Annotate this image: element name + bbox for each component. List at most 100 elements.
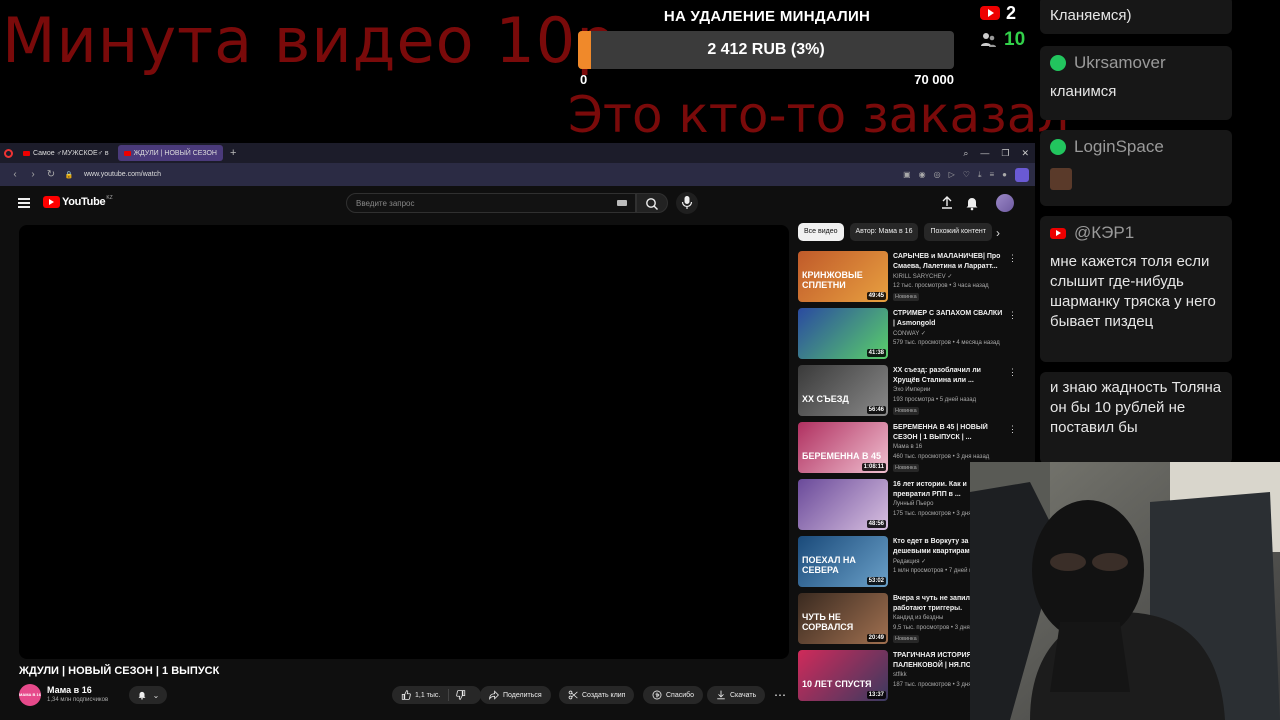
overlay-price-text: Минута видео 10р — [2, 4, 617, 77]
menu-icon[interactable]: ≡ — [989, 170, 994, 179]
user-avatar[interactable] — [996, 194, 1014, 212]
recommendation-title[interactable]: БЕРЕМЕННА В 45 | НОВЫЙ СЕЗОН | 1 ВЫПУСК … — [893, 423, 1005, 443]
player-icon[interactable]: ▷ — [949, 170, 955, 179]
video-duration: 49:45 — [866, 292, 886, 300]
video-player[interactable] — [19, 225, 789, 659]
chat-message: @КЭР1 мне кажется толя если слышит где-н… — [1040, 216, 1232, 362]
thanks-icon — [652, 690, 662, 700]
recommendation-item[interactable]: 48:56 16 лет истории. Как и превратил РПП… — [798, 479, 1017, 533]
more-actions-button[interactable]: ⋯ — [771, 686, 789, 704]
maximize-button[interactable]: ❐ — [1001, 148, 1009, 159]
close-window-button[interactable]: ✕ — [1021, 148, 1029, 159]
search-button[interactable] — [636, 193, 668, 213]
recommendation-thumbnail[interactable]: БЕРЕМЕННА В 45 1:08:11 — [798, 422, 888, 473]
recommendation-thumbnail[interactable]: 48:56 — [798, 479, 888, 530]
recommendation-channel[interactable]: KIRILL SARYCHEV ✓ — [893, 273, 952, 280]
recommendation-meta: 579 тыс. просмотров • 4 месяца назад — [893, 340, 1000, 346]
like-count[interactable]: 1,1 тыс. — [415, 692, 440, 699]
video-duration: 13:37 — [866, 691, 886, 699]
new-badge: Новинка — [893, 293, 919, 301]
url-field[interactable]: www.youtube.com/watch — [84, 171, 161, 178]
recommendation-thumbnail[interactable]: XX СЪЕЗД 56:46 — [798, 365, 888, 416]
microphone-icon — [681, 196, 693, 209]
tab-label: Самое ♂МУЖСКОЕ♂ в — [33, 149, 109, 157]
screenshot-icon[interactable]: ▣ — [903, 170, 911, 179]
keyboard-icon[interactable] — [617, 200, 627, 206]
upload-icon — [942, 196, 952, 209]
notifications-button[interactable] — [964, 195, 980, 211]
thanks-button[interactable]: Спасибо — [643, 686, 704, 704]
chat-message: LoginSpace — [1040, 130, 1232, 206]
share-button[interactable]: Поделиться — [480, 686, 551, 704]
recommendation-item[interactable]: БЕРЕМЕННА В 45 1:08:11 БЕРЕМЕННА В 45 | НО… — [798, 422, 1017, 476]
create-clip-button[interactable]: Создать клип — [559, 686, 635, 704]
recommendation-title[interactable]: СТРИМЕР С ЗАПАХОМ СВАЛКИ | Asmongold — [893, 309, 1005, 329]
download-icon[interactable]: ⤓ — [978, 170, 982, 180]
profile-icon[interactable]: ● — [1002, 170, 1007, 179]
recommendation-channel[interactable]: Кандид из бездны — [893, 615, 943, 621]
vpn-icon[interactable]: ◎ — [934, 170, 941, 179]
recommendation-item[interactable]: XX СЪЕЗД 56:46 XX съезд: разоблачил ли Хру… — [798, 365, 1017, 419]
recommendation-item[interactable]: ЧУТЬ НЕ СОРВАЛСЯ 20:49 Вчера я чуть не зап… — [798, 593, 1017, 647]
search-input[interactable]: Введите запрос — [346, 193, 636, 213]
goal-title: НА УДАЛЕНИЕ МИНДАЛИН — [663, 8, 871, 25]
tab-item[interactable]: Самое ♂МУЖСКОЕ♂ в — [17, 145, 115, 161]
download-icon — [717, 690, 725, 700]
new-tab-button[interactable]: + — [230, 147, 236, 159]
recommendation-title[interactable]: XX съезд: разоблачил ли Хрущёв Сталина и… — [893, 366, 1005, 386]
thumbnail-text: 10 ЛЕТ СПУСТЯ — [802, 679, 872, 689]
recommendation-thumbnail[interactable]: ЧУТЬ НЕ СОРВАЛСЯ 20:49 — [798, 593, 888, 644]
recommendation-channel[interactable]: CONWAY ✓ — [893, 330, 926, 337]
bell-icon — [138, 691, 146, 700]
recommendation-item[interactable]: КРИНЖОВЫЕ СПЛЕТНИ 49:45 САРЫЧЕВ и МАЛАНИЧЕ… — [798, 251, 1017, 305]
more-options-icon[interactable]: ⋮ — [1008, 310, 1017, 321]
recommendation-channel[interactable]: stflkk — [893, 672, 907, 678]
recommendation-item[interactable]: 10 ЛЕТ СПУСТЯ 13:37 ТРАГИЧНАЯ ИСТОРИЯ ПАЛЕ… — [798, 650, 1017, 704]
video-duration: 56:46 — [866, 406, 886, 414]
recommendation-thumbnail[interactable]: 41:38 — [798, 308, 888, 359]
video-duration: 41:38 — [866, 349, 886, 357]
opera-logo-icon[interactable] — [4, 148, 13, 158]
tab-bar: Самое ♂МУЖСКОЕ♂ в ЖДУЛИ | НОВЫЙ СЕЗОН + … — [0, 143, 1035, 163]
recommendation-thumbnail[interactable]: 10 ЛЕТ СПУСТЯ 13:37 — [798, 650, 888, 701]
youtube-logo[interactable]: YouTube KZ — [43, 195, 113, 208]
search-icon — [646, 198, 658, 210]
recommendation-thumbnail[interactable]: КРИНЖОВЫЕ СПЛЕТНИ 49:45 — [798, 251, 888, 302]
more-options-icon[interactable]: ⋮ — [1008, 367, 1017, 378]
search-tabs-icon[interactable]: ⌕ — [963, 148, 968, 159]
create-upload-button[interactable] — [939, 195, 955, 211]
subscribed-button[interactable]: ⌄ — [129, 686, 167, 704]
voice-search-button[interactable] — [676, 192, 698, 214]
recommendation-channel[interactable]: Лунный Пьеро — [893, 501, 933, 507]
chip-all-videos[interactable]: Все видео — [798, 223, 844, 241]
channel-avatar[interactable]: МАМА В 16 — [19, 684, 41, 706]
recommendation-item[interactable]: 41:38 СТРИМЕР С ЗАПАХОМ СВАЛКИ | Asmongol… — [798, 308, 1017, 362]
viewer-counts: 2 10 — [980, 2, 1032, 56]
recommendation-channel[interactable]: Мама в 16 — [893, 444, 922, 450]
minimize-button[interactable]: — — [980, 148, 989, 159]
more-options-icon[interactable]: ⋮ — [1008, 253, 1017, 264]
youtube-favicon-icon — [123, 150, 131, 156]
camera-icon[interactable]: ◉ — [919, 170, 926, 179]
goal-progress-bar: 2 412 RUB (3%) — [578, 31, 954, 69]
chevron-right-icon[interactable]: › — [996, 226, 1000, 240]
tab-item-active[interactable]: ЖДУЛИ | НОВЫЙ СЕЗОН — [117, 145, 223, 161]
forward-button[interactable]: › — [24, 169, 42, 180]
recommendation-thumbnail[interactable]: ПОЕХАЛ НА СЕВЕРА 53:02 — [798, 536, 888, 587]
download-button[interactable]: Скачать — [707, 686, 766, 704]
chip-by-author[interactable]: Автор: Мама в 16 — [849, 223, 919, 241]
more-options-icon[interactable]: ⋮ — [1008, 424, 1017, 435]
channel-name[interactable]: Мама в 16 — [47, 685, 92, 695]
back-button[interactable]: ‹ — [6, 169, 24, 180]
chip-related[interactable]: Похожий контент — [924, 223, 992, 241]
recommendation-item[interactable]: ПОЕХАЛ НА СЕВЕРА 53:02 Кто едет в Воркуту … — [798, 536, 1017, 590]
recommendation-channel[interactable]: Редакция ✓ — [893, 558, 926, 565]
heart-icon[interactable]: ♡ — [963, 170, 970, 179]
hamburger-menu-icon[interactable] — [18, 198, 30, 208]
recommendation-channel[interactable]: Эхо Империи — [893, 387, 930, 393]
extension-icon[interactable] — [1015, 167, 1029, 182]
youtube-viewer-count: 2 — [1006, 2, 1017, 23]
reload-button[interactable]: ↻ — [42, 169, 60, 180]
chat-username: LoginSpace — [1074, 137, 1164, 156]
recommendation-title[interactable]: САРЫЧЕВ и МАЛАНИЧЕВ| Про Смаева, Лалетин… — [893, 252, 1005, 272]
